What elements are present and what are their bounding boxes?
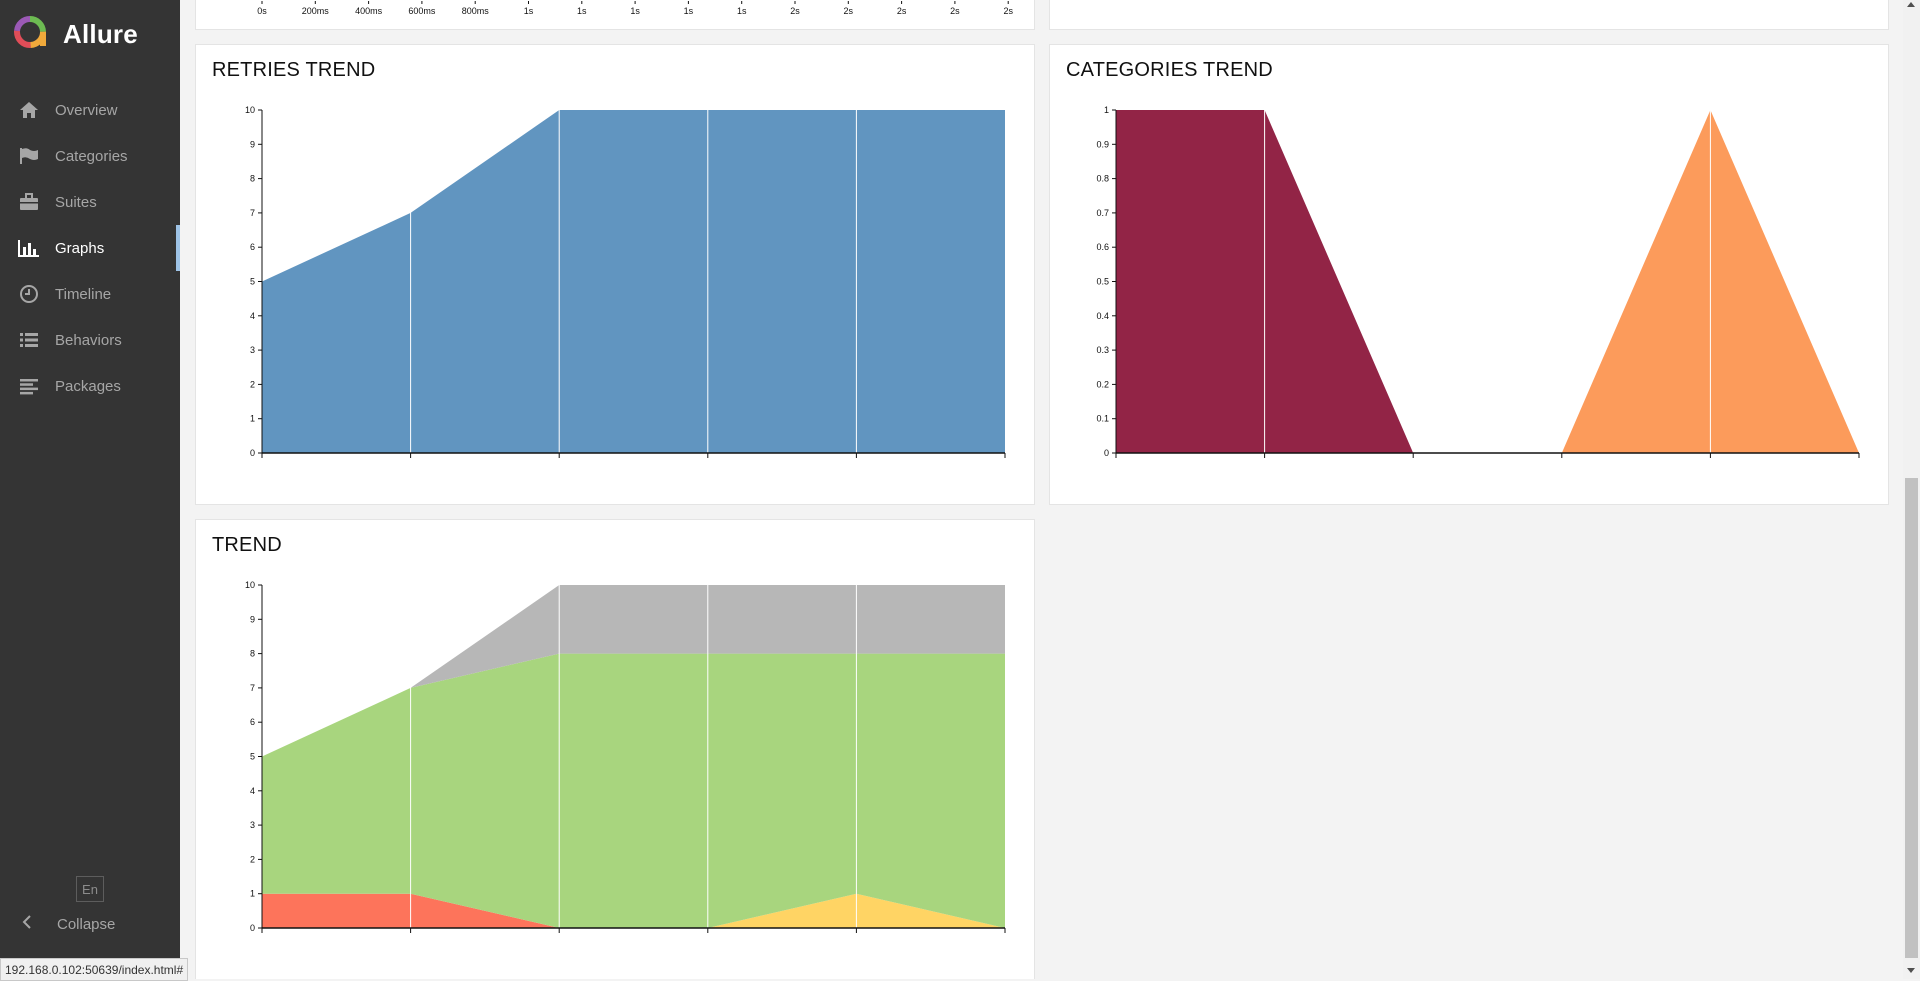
y-axis-tick-label: 0.4	[1096, 311, 1109, 321]
sidebar-item-packages[interactable]: Packages	[0, 363, 180, 409]
sidebar-item-label: Timeline	[55, 285, 112, 303]
categories-trend-card: CATEGORIES TREND 0 0.1 0.2 0.3 0.4 0.5 0.6 0.7 0…	[1049, 44, 1889, 505]
series-area-2	[262, 653, 1005, 928]
axis-tick-label: 600ms	[408, 6, 436, 16]
y-axis-tick-label: 2	[250, 854, 255, 864]
y-axis-tick-label: 7	[250, 683, 255, 693]
main-content: 0s 200ms 400ms 600ms 800ms 1s 1s 1s 1s 1s 2s 2s 2s 2s…	[180, 0, 1903, 979]
sidebar-item-graphs[interactable]: Graphs	[0, 225, 180, 271]
brand[interactable]: Allure	[0, 0, 180, 68]
y-axis-tick-label: 0.7	[1096, 208, 1109, 218]
categories-trend-chart: 0 0.1 0.2 0.3 0.4 0.5 0.6 0.7 0.8 0.9 1	[1096, 105, 1860, 458]
y-axis-tick-label: 6	[250, 242, 255, 252]
collapse-label: Collapse	[57, 915, 116, 933]
axis-tick-label: 1s	[684, 6, 694, 16]
sidebar-item-label: Packages	[55, 377, 121, 395]
axis-tick-label: 2s	[950, 6, 960, 16]
scroll-thumb[interactable]	[1905, 478, 1918, 958]
home-icon	[18, 99, 40, 121]
bar-chart-icon	[18, 237, 40, 259]
y-axis-tick-label: 9	[250, 139, 255, 149]
briefcase-icon	[18, 191, 40, 213]
flag-icon	[18, 145, 40, 167]
sidebar-item-label: Categories	[55, 147, 128, 165]
axis-tick-label: 1s	[630, 6, 640, 16]
y-axis-tick-label: 0.5	[1096, 277, 1109, 287]
app-title: Allure	[63, 18, 138, 49]
y-axis-tick-label: 0.8	[1096, 174, 1109, 184]
y-axis-tick-label: 0.6	[1096, 242, 1109, 252]
y-axis-tick-label: 4	[250, 786, 255, 796]
y-axis-tick-label: 0.9	[1096, 139, 1109, 149]
sidebar-item-label: Suites	[55, 193, 97, 211]
y-axis-tick-label: 7	[250, 208, 255, 218]
align-left-icon	[18, 375, 40, 397]
sidebar-nav: Overview Categories Suites Graphs Timeli…	[0, 87, 180, 409]
y-axis-tick-label: 1	[1104, 105, 1109, 115]
sidebar-item-label: Behaviors	[55, 331, 122, 349]
y-axis-tick-label: 0.2	[1096, 379, 1109, 389]
sidebar: Allure Overview Categories Suites Graphs	[0, 0, 180, 979]
vertical-scrollbar[interactable]	[1903, 0, 1920, 979]
y-axis-tick-label: 8	[250, 649, 255, 659]
axis-tick-label: 800ms	[462, 6, 490, 16]
axis-tick-label: 2s	[790, 6, 800, 16]
axis-tick-label: 0s	[257, 6, 267, 16]
scroll-up-arrow-icon[interactable]	[1907, 2, 1915, 7]
axis-tick-label: 2s	[844, 6, 854, 16]
duration-axis: 0s 200ms 400ms 600ms 800ms 1s 1s 1s 1s 1s 2s 2s 2s 2s…	[257, 1, 1013, 16]
axis-tick-label: 1s	[524, 6, 534, 16]
sidebar-item-overview[interactable]: Overview	[0, 87, 180, 133]
y-axis-tick-label: 1	[250, 889, 255, 899]
list-icon	[18, 329, 40, 351]
sidebar-item-label: Overview	[55, 101, 118, 119]
collapse-button[interactable]: Collapse	[22, 915, 115, 933]
y-axis-tick-label: 4	[250, 311, 255, 321]
y-axis-tick-label: 10	[245, 105, 255, 115]
sidebar-item-label: Graphs	[55, 239, 105, 257]
sidebar-item-timeline[interactable]: Timeline	[0, 271, 180, 317]
axis-tick-label: 200ms	[302, 6, 330, 16]
y-axis-tick-label: 9	[250, 614, 255, 624]
trend-card: TREND 0 1 2 3 4 5 6 7 8 9 10	[195, 519, 1035, 979]
allure-logo-icon	[13, 15, 47, 54]
sidebar-item-behaviors[interactable]: Behaviors	[0, 317, 180, 363]
y-axis-tick-label: 0.3	[1096, 345, 1109, 355]
duration-card-partial: 0s 200ms 400ms 600ms 800ms 1s 1s 1s 1s 1s 2s 2s 2s 2s…	[195, 0, 1035, 30]
sidebar-item-categories[interactable]: Categories	[0, 133, 180, 179]
axis-tick-label: 2s	[1003, 6, 1013, 16]
y-axis-tick-label: 8	[250, 174, 255, 184]
status-url: 192.168.0.102:50639/index.html#	[0, 958, 189, 981]
sidebar-item-suites[interactable]: Suites	[0, 179, 180, 225]
y-axis-tick-label: 2	[250, 379, 255, 389]
clock-icon	[18, 283, 40, 305]
retries-trend-card: RETRIES TREND 0 1 2 3 4 5 6 7 8 9 10	[195, 44, 1035, 505]
axis-tick-label: 400ms	[355, 6, 383, 16]
card-partial-right	[1049, 0, 1889, 30]
y-axis-tick-label: 0.1	[1096, 414, 1109, 424]
axis-tick-label: 1s	[737, 6, 747, 16]
y-axis-tick-label: 3	[250, 820, 255, 830]
y-axis-tick-label: 10	[245, 580, 255, 590]
y-axis-tick-label: 0	[1104, 448, 1109, 458]
axis-tick-label: 1s	[577, 6, 587, 16]
y-axis-tick-label: 0	[250, 448, 255, 458]
axis-tick-label: 2s	[897, 6, 907, 16]
y-axis-tick-label: 6	[250, 717, 255, 727]
y-axis-tick-label: 5	[250, 277, 255, 287]
y-axis-tick-label: 3	[250, 345, 255, 355]
y-axis-tick-label: 5	[250, 752, 255, 762]
y-axis-tick-label: 0	[250, 923, 255, 933]
retries-trend-chart: 0 1 2 3 4 5 6 7 8 9 10	[245, 105, 1006, 458]
trend-chart: 0 1 2 3 4 5 6 7 8 9 10	[245, 580, 1006, 933]
chevron-left-icon	[22, 915, 32, 933]
scroll-down-arrow-icon[interactable]	[1907, 968, 1915, 973]
language-button[interactable]: En	[76, 876, 104, 902]
y-axis-tick-label: 1	[250, 414, 255, 424]
series-area-0	[262, 110, 1005, 453]
